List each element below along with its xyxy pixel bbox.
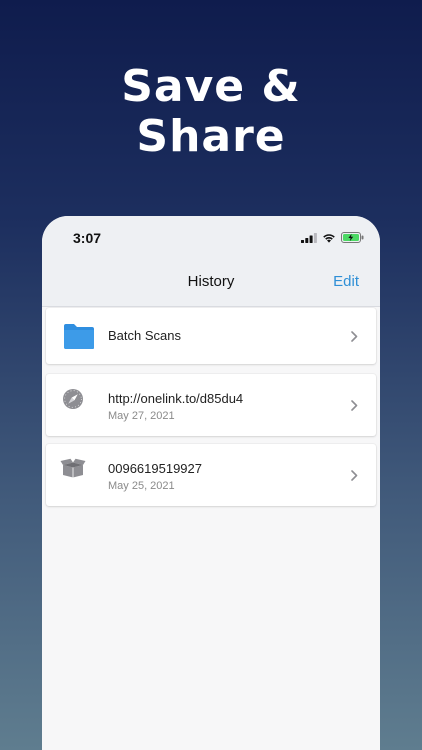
wifi-icon: [323, 233, 335, 243]
phone-screen: 3:07 History Edit Batch Scans http://one…: [42, 216, 380, 750]
status-bar: 3:07: [42, 216, 380, 260]
folder-icon: [64, 324, 94, 349]
list-item-date: May 27, 2021: [108, 410, 175, 422]
chevron-right-icon: [351, 400, 358, 411]
list-item-label: 0096619519927: [108, 461, 202, 476]
list-item-label: http://onelink.to/d85du4: [108, 391, 244, 406]
edit-button[interactable]: Edit: [333, 273, 359, 290]
battery-charging-icon: [341, 232, 364, 243]
list-item-label: Batch Scans: [108, 328, 181, 343]
list-item-batch-scans[interactable]: Batch Scans: [46, 308, 376, 364]
page-title: History: [187, 273, 235, 290]
chevron-right-icon: [351, 470, 358, 481]
headline-line-2: Share: [136, 111, 286, 162]
cellular-signal-icon: [301, 232, 317, 243]
status-icons: [301, 232, 364, 243]
headline-line-1: Save &: [121, 61, 301, 112]
status-time: 3:07: [73, 230, 102, 246]
list-item-url[interactable]: http://onelink.to/d85du4 May 27, 2021: [46, 374, 376, 436]
list-item-date: May 25, 2021: [108, 480, 175, 492]
compass-icon: [63, 389, 83, 409]
list-item-barcode[interactable]: 0096619519927 May 25, 2021: [46, 444, 376, 506]
box-icon: [60, 458, 86, 478]
chevron-right-icon: [351, 331, 358, 342]
headline: Save & Share: [0, 62, 422, 162]
navigation-bar: History Edit: [42, 260, 380, 307]
